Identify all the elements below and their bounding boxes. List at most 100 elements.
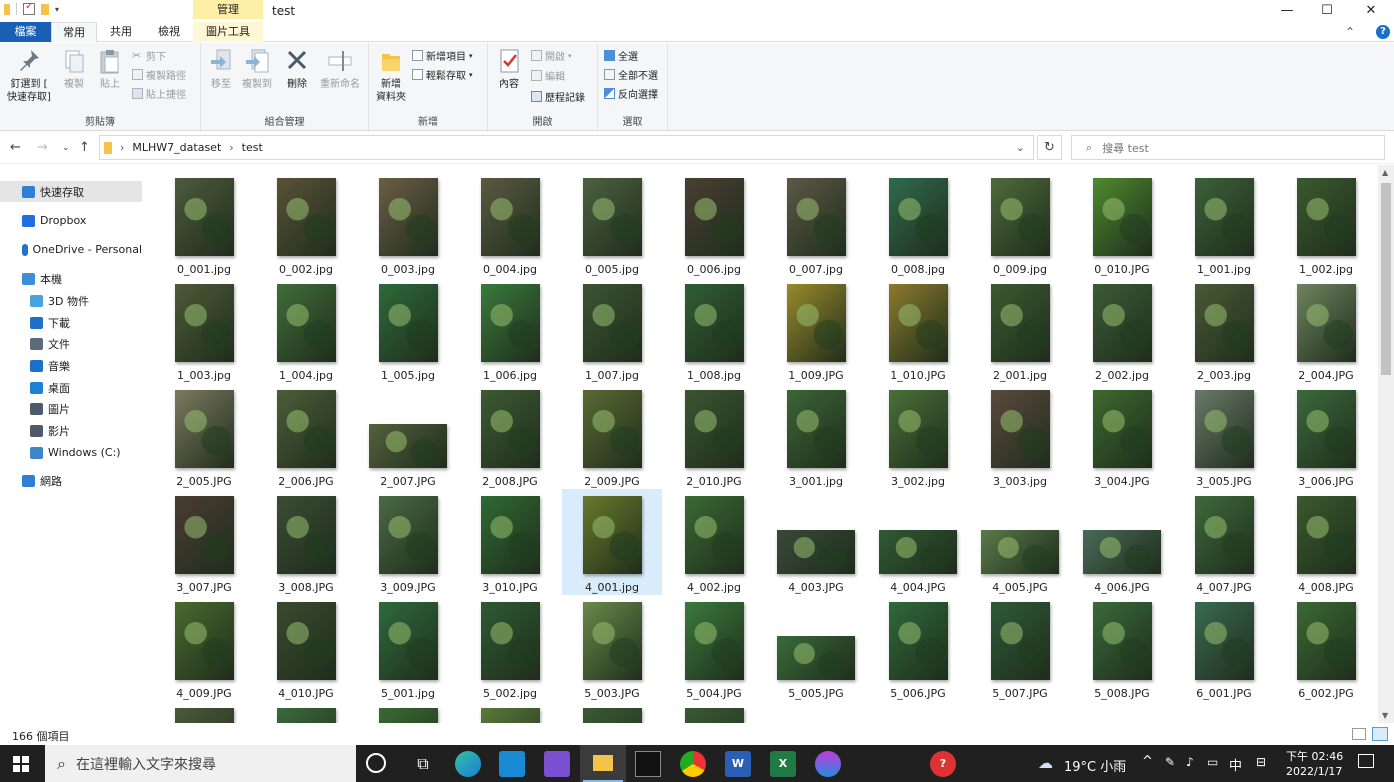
file-item[interactable]	[358, 701, 458, 723]
file-item[interactable]: 2_003.jpg	[1174, 277, 1274, 383]
file-item[interactable]: 2_008.JPG	[460, 383, 560, 489]
file-item[interactable]: 1_002.jpg	[1276, 171, 1376, 277]
file-item[interactable]: 0_003.jpg	[358, 171, 458, 277]
new-folder-icon[interactable]	[41, 3, 49, 15]
file-item[interactable]: 5_007.JPG	[970, 595, 1070, 701]
vscode-icon[interactable]	[499, 751, 525, 777]
windows-start-icon[interactable]	[13, 756, 29, 772]
file-item[interactable]: 4_004.JPG	[868, 489, 968, 595]
word-icon[interactable]: W	[725, 751, 751, 777]
notification-icon[interactable]	[1358, 754, 1374, 768]
file-item[interactable]: 0_010.JPG	[1072, 171, 1172, 277]
file-item[interactable]: 4_002.jpg	[664, 489, 764, 595]
tab-file[interactable]: 檔案	[0, 22, 51, 42]
file-item[interactable]	[460, 701, 560, 723]
large-icons-view-icon[interactable]	[1372, 727, 1388, 741]
pen-icon[interactable]: ✎	[1165, 755, 1175, 769]
excel-icon[interactable]: X	[770, 751, 796, 777]
tab-picture-tools[interactable]: 圖片工具	[193, 22, 263, 42]
properties-button[interactable]: 內容	[492, 47, 526, 91]
file-item[interactable]: 1_006.jpg	[460, 277, 560, 383]
copy-path-button[interactable]: 複製路徑	[132, 67, 186, 82]
new-folder-button[interactable]: 新增 資料夾	[372, 47, 410, 104]
breadcrumb-mlhw7-dataset[interactable]: MLHW7_dataset	[132, 141, 221, 154]
help-app-icon[interactable]: ?	[930, 751, 956, 777]
tab-view[interactable]: 檢視	[146, 22, 192, 42]
file-item[interactable]: 2_007.JPG	[358, 383, 458, 489]
file-item[interactable]: 2_010.JPG	[664, 383, 764, 489]
file-item[interactable]: 1_008.jpg	[664, 277, 764, 383]
file-item[interactable]: 2_006.JPG	[256, 383, 356, 489]
maximize-button[interactable]: ☐	[1304, 0, 1350, 22]
file-item[interactable]: 3_006.JPG	[1276, 383, 1376, 489]
file-item[interactable]: 3_003.jpg	[970, 383, 1070, 489]
file-item[interactable]: 5_004.JPG	[664, 595, 764, 701]
up-arrow-icon[interactable]: ↑	[79, 140, 90, 155]
file-item[interactable]: 5_005.JPG	[766, 595, 866, 701]
taskbar-search[interactable]: ⌕ 在這裡輸入文字來搜尋	[45, 745, 356, 782]
manage-context-tab[interactable]: 管理	[193, 0, 263, 19]
nav-item[interactable]: 影片	[0, 420, 142, 441]
file-item[interactable]: 4_008.JPG	[1276, 489, 1376, 595]
file-item[interactable]: 6_002.JPG	[1276, 595, 1376, 701]
recent-locations-icon[interactable]: ⌄	[62, 143, 70, 153]
file-item[interactable]: 3_007.JPG	[154, 489, 254, 595]
clock-date[interactable]: 2022/1/17	[1286, 765, 1342, 778]
ime-indicator[interactable]: 中	[1229, 755, 1242, 774]
details-view-icon[interactable]	[1352, 728, 1366, 740]
file-item[interactable]: 2_005.JPG	[154, 383, 254, 489]
file-item[interactable]: 4_006.JPG	[1072, 489, 1172, 595]
file-item[interactable]: 5_008.JPG	[1072, 595, 1172, 701]
file-item[interactable]: 3_010.JPG	[460, 489, 560, 595]
file-item[interactable]: 4_001.jpg	[562, 489, 662, 595]
file-item[interactable]: 0_005.jpg	[562, 171, 662, 277]
file-explorer-taskbar-button[interactable]	[580, 745, 626, 782]
file-item[interactable]: 1_003.jpg	[154, 277, 254, 383]
chevron-down-icon[interactable]: ⌄	[1016, 141, 1025, 154]
file-item[interactable]: 3_004.JPG	[1072, 383, 1172, 489]
chevron-right-icon[interactable]: ›	[120, 141, 124, 154]
nav-item[interactable]: 本機	[0, 268, 142, 289]
file-item[interactable]: 1_001.jpg	[1174, 171, 1274, 277]
open-button[interactable]: 開啟 ▾	[531, 48, 572, 63]
nav-item[interactable]: Dropbox	[0, 210, 142, 231]
file-item[interactable]: 1_009.JPG	[766, 277, 866, 383]
file-item[interactable]: 3_002.jpg	[868, 383, 968, 489]
scroll-down-icon[interactable]: ▼	[1382, 711, 1388, 720]
file-item[interactable]: 5_002.jpg	[460, 595, 560, 701]
file-item[interactable]: 2_009.JPG	[562, 383, 662, 489]
delete-button[interactable]: 刪除	[281, 47, 313, 91]
edit-button[interactable]: 編輯	[531, 68, 565, 83]
move-to-button[interactable]: 移至	[205, 47, 237, 91]
nav-item[interactable]: 下載	[0, 312, 142, 333]
file-item[interactable]: 1_010.JPG	[868, 277, 968, 383]
terminal-icon[interactable]	[635, 751, 661, 777]
customize-toolbar-icon[interactable]: ▾	[55, 5, 59, 14]
file-item[interactable]: 3_008.JPG	[256, 489, 356, 595]
chevron-up-icon[interactable]: ^	[1142, 754, 1153, 769]
clock-time[interactable]: 下午 02:46	[1286, 748, 1343, 764]
pin-to-quick-access-button[interactable]: 釘選到 [ 快速存取]	[3, 47, 55, 104]
nav-item[interactable]: Windows (C:)	[0, 442, 142, 463]
scroll-up-icon[interactable]: ▲	[1382, 168, 1388, 177]
nav-item[interactable]: 桌面	[0, 377, 142, 398]
taskbar-search-input[interactable]: 在這裡輸入文字來搜尋	[76, 754, 216, 774]
file-item[interactable]	[256, 701, 356, 723]
file-item[interactable]: 0_001.jpg	[154, 171, 254, 277]
chevron-right-icon[interactable]: ›	[229, 141, 233, 154]
properties-icon[interactable]: ✓	[23, 1, 35, 15]
nav-item[interactable]: 圖片	[0, 398, 142, 419]
file-item[interactable]	[154, 701, 254, 723]
nav-item[interactable]: 網路	[0, 470, 142, 491]
file-item[interactable]: 4_005.JPG	[970, 489, 1070, 595]
file-item[interactable]: 3_005.JPG	[1174, 383, 1274, 489]
nav-item[interactable]: 文件	[0, 333, 142, 354]
help-icon[interactable]: ?	[1376, 25, 1390, 39]
file-item[interactable]: 2_004.JPG	[1276, 277, 1376, 383]
paint-icon[interactable]	[815, 751, 841, 777]
file-item[interactable]: 6_001.JPG	[1174, 595, 1274, 701]
search-input[interactable]: 搜尋 test	[1102, 140, 1149, 156]
refresh-icon[interactable]: ↻	[1037, 135, 1062, 160]
file-item[interactable]	[562, 701, 662, 723]
address-bar[interactable]: › MLHW7_dataset › test ⌄	[99, 135, 1034, 160]
